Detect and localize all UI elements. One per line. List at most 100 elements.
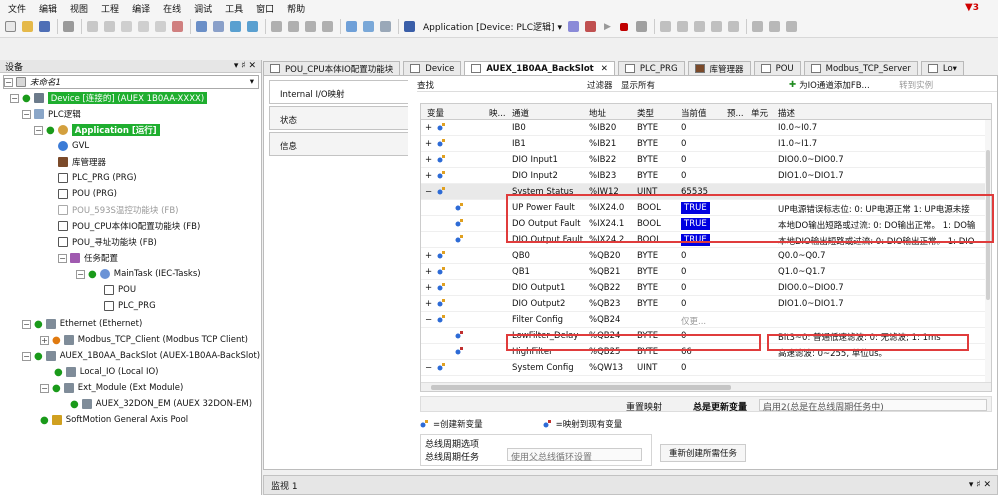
tree-item-backslot[interactable]: − ● AUEX_1B0AA_BackSlot (AUEX-1B0AA-Back… [22, 349, 260, 363]
menu-view[interactable]: 视图 [70, 2, 88, 15]
collapse-toggle[interactable]: − [34, 125, 43, 135]
logout-icon[interactable] [583, 19, 598, 34]
expand-toggle[interactable]: + [425, 139, 432, 149]
tree-item-local-io[interactable]: ● Local_IO (Local IO) [54, 365, 158, 379]
expand-toggle[interactable]: + [40, 335, 49, 345]
tree-item-device[interactable]: − ● Device [连接的] (AUEX 1B0AA-XXXX) [10, 91, 208, 105]
table-row[interactable]: − Filter Config %QB24 仅更... [421, 312, 991, 328]
tree-item-maintask[interactable]: − ● MainTask (IEC-Tasks) [76, 267, 201, 281]
set-next-icon[interactable] [726, 19, 741, 34]
table-row[interactable]: LowFilter_Delay %QB24 BYTE 0 Bit3~0: 普通低速滤波:… [421, 328, 991, 344]
horizontal-scrollbar[interactable] [421, 382, 991, 391]
tree-item-modbus-client[interactable]: + ● Modbus_TCP_Client (Modbus TCP Client… [40, 333, 248, 347]
collapse-toggle[interactable]: − [425, 363, 432, 373]
tree-item-ethernet[interactable]: − ● Ethernet (Ethernet) [22, 317, 142, 331]
paste-icon[interactable] [153, 19, 168, 34]
menu-tools[interactable]: 工具 [225, 2, 243, 15]
menu-window[interactable]: 窗口 [256, 2, 274, 15]
tree-item-pou-addressing[interactable]: POU_寻址功能块 (FB) [58, 235, 157, 249]
tree-item-pou-593s[interactable]: POU_593S温控功能块 (FB) [58, 203, 178, 217]
uncomment-icon[interactable] [286, 19, 301, 34]
step-into-icon[interactable] [692, 19, 707, 34]
indent-icon[interactable] [303, 19, 318, 34]
table-row[interactable]: + DIO Input1 %IB22 BYTE 0 DIO0.0~DIO0.7 [421, 152, 991, 168]
active-application-select[interactable]: Application [Device: PLC逻辑] ▾ [419, 20, 566, 33]
bookmark-icon[interactable] [228, 19, 243, 34]
tab-backslot[interactable]: AUEX_1B0AA_BackSlot ✕ [464, 61, 615, 75]
col-address[interactable]: 地址 [589, 107, 606, 119]
collapse-toggle[interactable]: − [40, 383, 49, 393]
menu-project[interactable]: 工程 [101, 2, 119, 15]
print-icon[interactable] [61, 19, 76, 34]
clean-icon[interactable] [378, 19, 393, 34]
alarm-indicator[interactable]: ▼3 [965, 2, 992, 13]
table-row[interactable]: + DIO Output1 %QB22 BYTE 0 DIO0.0~DIO0.7 [421, 280, 991, 296]
copy-icon[interactable] [136, 19, 151, 34]
expand-toggle[interactable]: + [425, 267, 432, 277]
tree-project-root[interactable]: − 未命名1 ▾ [3, 75, 259, 89]
build-icon[interactable] [344, 19, 359, 34]
tree-item-ext-module[interactable]: − ● Ext_Module (Ext Module) [40, 381, 183, 395]
col-channel[interactable]: 通道 [512, 107, 529, 119]
collapse-toggle[interactable]: − [4, 77, 13, 87]
tab-overflow[interactable]: Lo▾ [920, 61, 964, 75]
tab-status[interactable]: 状态 [269, 106, 408, 130]
open-folder-icon[interactable] [20, 19, 35, 34]
tab-library-manager[interactable]: 库管理器 [687, 61, 751, 75]
pane-controls[interactable]: ▾ ♯ ✕ [969, 480, 991, 490]
reset-icon[interactable] [634, 19, 649, 34]
new-project-icon[interactable] [3, 19, 18, 34]
undo-icon[interactable] [85, 19, 100, 34]
table-row[interactable]: − System Status %IW12 UINT 65535 [421, 184, 991, 200]
collapse-toggle[interactable]: − [58, 253, 67, 263]
table-row[interactable]: + IB0 %IB20 BYTE 0 I0.0~I0.7 [421, 120, 991, 136]
tree-item-plc-prg[interactable]: PLC_PRG (PRG) [58, 171, 137, 185]
tree-item-library-manager[interactable]: 库管理器 [58, 155, 106, 169]
table-row[interactable]: + QB0 %QB20 BYTE 0 Q0.0~Q0.7 [421, 248, 991, 264]
col-type[interactable]: 类型 [637, 107, 654, 119]
breakpoint-icon[interactable] [658, 19, 673, 34]
find-label[interactable]: 查找 [417, 79, 587, 91]
chevron-down-icon[interactable]: ▾ [250, 77, 254, 87]
collapse-toggle[interactable]: − [425, 187, 432, 197]
table-row[interactable]: − System Config %QW13 UINT 0 [421, 360, 991, 376]
menu-online[interactable]: 在线 [163, 2, 181, 15]
vertical-scrollbar[interactable] [985, 120, 991, 382]
expand-toggle[interactable]: + [425, 123, 432, 133]
col-current-value[interactable]: 当前值 [681, 107, 707, 119]
col-unit[interactable]: 单元 [751, 107, 768, 119]
table-row[interactable]: UP Power Fault %IX24.0 BOOL TRUE UP电源错误标志位: … [421, 200, 991, 216]
goto-instance-button[interactable]: 转到实例 [899, 79, 933, 91]
tab-modbus-tcp-server[interactable]: Modbus_TCP_Server [803, 61, 918, 75]
save-icon[interactable] [37, 19, 52, 34]
force-values-icon[interactable] [767, 19, 782, 34]
tree-item-softmotion[interactable]: ● SoftMotion General Axis Pool [40, 413, 188, 427]
bookmark-next-icon[interactable] [245, 19, 260, 34]
tree-item-plc-logic[interactable]: − PLC逻辑 [22, 107, 81, 121]
table-row[interactable]: + DIO Output2 %QB23 BYTE 0 DIO1.0~DIO1.7 [421, 296, 991, 312]
cut-icon[interactable] [119, 19, 134, 34]
tree-item-gvl[interactable]: GVL [58, 139, 89, 153]
collapse-toggle[interactable]: − [22, 109, 31, 119]
write-values-icon[interactable] [750, 19, 765, 34]
expand-toggle[interactable]: + [425, 251, 432, 261]
menu-file[interactable]: 文件 [8, 2, 26, 15]
collapse-toggle[interactable]: − [22, 319, 31, 329]
scrollbar-thumb[interactable] [986, 150, 990, 300]
tab-pou[interactable]: POU [753, 61, 801, 75]
watch-pane-title[interactable]: 监视 1 [271, 479, 298, 492]
collapse-toggle[interactable]: − [76, 269, 85, 279]
table-row[interactable]: HighFilter %QB25 BYTE 66 高速滤波: 0~255, 单位us。 [421, 344, 991, 360]
menu-build[interactable]: 编译 [132, 2, 150, 15]
login-icon[interactable] [566, 19, 581, 34]
outdent-icon[interactable] [320, 19, 335, 34]
recreate-tasks-button[interactable]: 重新创建所需任务 [660, 444, 747, 462]
unforce-icon[interactable] [784, 19, 799, 34]
tree-item-pou-cpu-io[interactable]: POU_CPU本体IO配置功能块 (FB) [58, 219, 200, 233]
redo-icon[interactable] [102, 19, 117, 34]
tree-item-task-pou[interactable]: POU [104, 283, 136, 297]
delete-icon[interactable] [170, 19, 185, 34]
col-mapping[interactable]: 映... [489, 107, 506, 119]
filter-select[interactable]: 显示所有 [621, 79, 789, 91]
tab-pou-cpu-io[interactable]: POU_CPU本体IO配置功能块 [263, 61, 401, 75]
